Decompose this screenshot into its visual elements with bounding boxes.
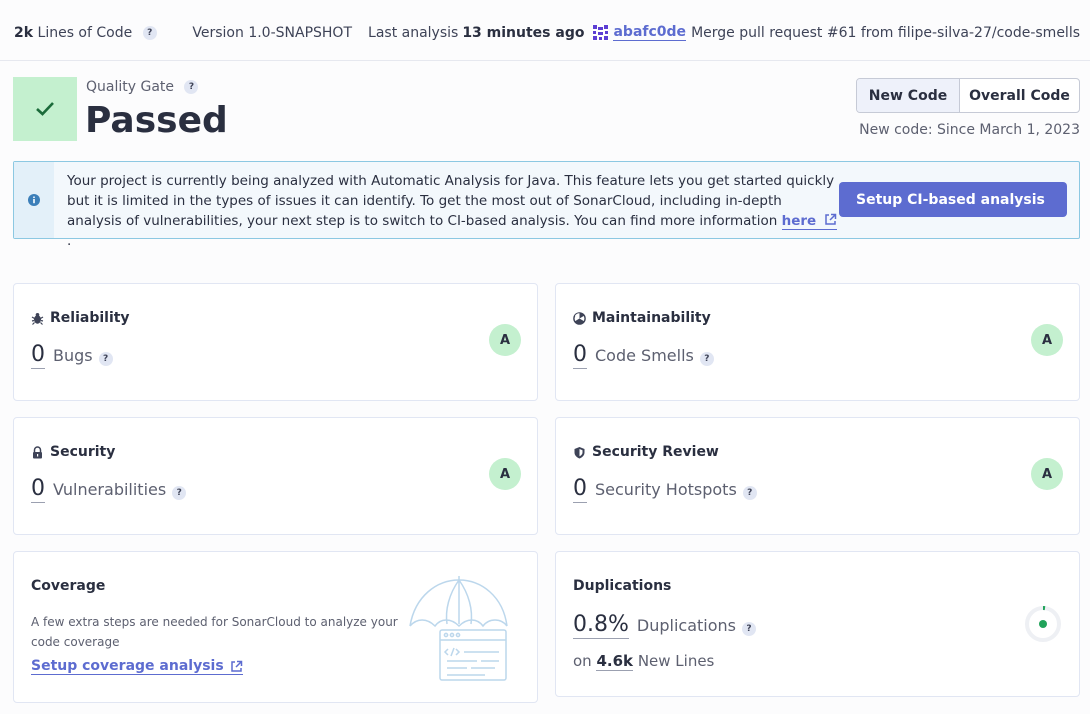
- maintainability-card[interactable]: Maintainability 0 Code Smells ? A: [555, 283, 1080, 401]
- check-icon: [36, 102, 54, 116]
- commit-message: Merge pull request #61 from filipe-silva…: [691, 24, 1080, 41]
- duplications-lines: on 4.6k New Lines: [573, 652, 715, 671]
- umbrella-illustration: [409, 576, 508, 681]
- help-icon[interactable]: ?: [699, 352, 714, 366]
- duplications-title-text: Duplications: [573, 578, 672, 594]
- maintainability-title: Maintainability: [573, 310, 711, 326]
- lines-of-code: 2k Lines of Code ?: [14, 25, 157, 41]
- security-review-card[interactable]: Security Review 0 Security Hotspots ? A: [555, 417, 1080, 535]
- duplications-title: Duplications: [573, 578, 671, 594]
- help-icon[interactable]: ?: [742, 622, 756, 636]
- maintainability-value-row: 0 Code Smells ?: [573, 342, 714, 369]
- quality-gate-status-badge: [13, 77, 77, 141]
- help-icon[interactable]: ?: [98, 352, 113, 366]
- setup-ci-analysis-button[interactable]: Setup CI-based analysis: [839, 182, 1067, 217]
- external-link-icon: [230, 660, 242, 672]
- security-rating-badge: A: [489, 458, 521, 490]
- last-analysis-value: 13 minutes ago: [462, 24, 585, 41]
- banner-message: Your project is currently being analyzed…: [67, 173, 835, 229]
- duplications-label: Duplications: [636, 616, 736, 635]
- new-code-tab[interactable]: New Code: [857, 79, 960, 112]
- automatic-analysis-banner: Your project is currently being analyzed…: [13, 161, 1080, 249]
- duplications-value-row: 0.8% Duplications ?: [573, 612, 756, 639]
- shield-icon: [574, 446, 585, 458]
- security-review-title: Security Review: [573, 444, 719, 460]
- coverage-title-text: Coverage: [31, 578, 106, 594]
- reliability-card[interactable]: Reliability 0 Bugs ? A: [13, 283, 538, 401]
- setup-coverage-link[interactable]: Setup coverage analysis: [31, 658, 243, 675]
- version-label: Version 1.0-SNAPSHOT: [192, 24, 353, 41]
- info-icon-wrap: [14, 162, 54, 238]
- quality-gate-status: Passed: [85, 100, 228, 141]
- help-icon[interactable]: ?: [172, 486, 187, 500]
- on-label: on: [573, 652, 592, 670]
- coverage-description: A few extra steps are needed for SonarCl…: [31, 615, 398, 649]
- lock-icon: [33, 445, 42, 458]
- security-value-row: 0 Vulnerabilities ?: [31, 476, 187, 503]
- quality-gate-label: Quality Gate ?: [86, 79, 199, 95]
- bug-icon: [31, 312, 44, 325]
- reliability-title-text: Reliability: [50, 310, 130, 326]
- security-review-rating-badge: A: [1031, 458, 1063, 490]
- code-smell-icon: [573, 311, 586, 325]
- security-title-text: Security: [50, 444, 116, 460]
- reliability-title: Reliability: [31, 310, 130, 326]
- overall-code-tab[interactable]: Overall Code: [960, 79, 1079, 112]
- quality-gate-label-text: Quality Gate: [86, 79, 175, 95]
- new-lines-label: New Lines: [637, 652, 715, 670]
- new-lines-count[interactable]: 4.6k: [596, 652, 634, 671]
- commit-hash-link[interactable]: abafc0de: [613, 24, 687, 41]
- coverage-title: Coverage: [31, 578, 105, 594]
- security-title: Security: [31, 444, 115, 460]
- reliability-rating-badge: A: [489, 324, 521, 356]
- vulnerabilities-count[interactable]: 0: [31, 476, 45, 503]
- bugs-label: Bugs: [53, 346, 93, 365]
- duplication-donut-icon: [1025, 606, 1061, 642]
- help-icon[interactable]: ?: [142, 26, 157, 40]
- last-analysis-label: Last analysis: [368, 24, 459, 41]
- project-info-bar: 2k Lines of Code ? Version 1.0-SNAPSHOT …: [0, 0, 1090, 61]
- reliability-value-row: 0 Bugs ?: [31, 342, 113, 369]
- setup-coverage-link-text: Setup coverage analysis: [31, 658, 224, 674]
- banner-here-link[interactable]: here: [781, 213, 837, 230]
- new-code-period: New code: Since March 1, 2023: [859, 122, 1080, 138]
- code-smells-count[interactable]: 0: [573, 342, 587, 369]
- help-icon[interactable]: ?: [184, 80, 199, 94]
- help-icon[interactable]: ?: [742, 486, 757, 500]
- info-icon: [28, 194, 40, 206]
- maintainability-title-text: Maintainability: [592, 310, 711, 326]
- duplications-card[interactable]: Duplications 0.8% Duplications ? on 4.6k…: [555, 551, 1080, 697]
- hotspots-label: Security Hotspots: [595, 480, 737, 499]
- hotspots-count[interactable]: 0: [573, 476, 587, 503]
- bugs-count[interactable]: 0: [31, 342, 45, 369]
- loc-value: 2k: [14, 25, 34, 41]
- loc-label: Lines of Code: [37, 25, 133, 41]
- analysis-meta: Version 1.0-SNAPSHOT Last analysis 13 mi…: [192, 24, 1080, 41]
- code-smells-label: Code Smells: [595, 346, 694, 365]
- security-review-value-row: 0 Security Hotspots ?: [573, 476, 757, 503]
- maintainability-rating-badge: A: [1031, 324, 1063, 356]
- security-review-title-text: Security Review: [592, 444, 719, 460]
- coverage-card: Coverage A few extra steps are needed fo…: [13, 551, 538, 703]
- vulnerabilities-label: Vulnerabilities: [53, 480, 167, 499]
- external-link-icon: [825, 213, 837, 225]
- duplications-value[interactable]: 0.8%: [573, 612, 629, 639]
- security-card[interactable]: Security 0 Vulnerabilities ? A: [13, 417, 538, 535]
- banner-text: Your project is currently being analyzed…: [67, 171, 837, 251]
- banner-link-text: here: [781, 213, 817, 229]
- banner-suffix: .: [67, 233, 72, 249]
- code-period-toggle: New Code Overall Code: [856, 78, 1080, 113]
- commit-avatar-icon: [592, 24, 610, 41]
